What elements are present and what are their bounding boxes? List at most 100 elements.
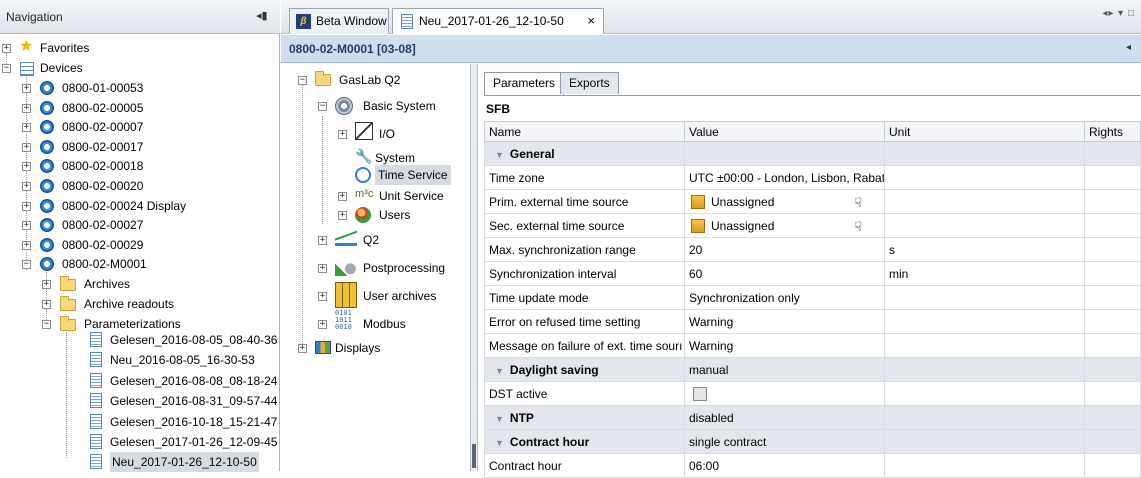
document-icon bbox=[90, 393, 102, 409]
cell-value[interactable]: UTC ±00:00 - London, Lisbon, Rabat bbox=[684, 165, 885, 190]
group-row[interactable]: ▼ NTP disabled bbox=[484, 405, 1141, 430]
cell-value[interactable]: Unassigned ☟ bbox=[684, 189, 885, 214]
expander-icon[interactable]: + bbox=[22, 84, 31, 93]
collapse-triangle-icon[interactable]: ▼ bbox=[495, 366, 504, 376]
cell-unit: s bbox=[884, 237, 1085, 262]
expander-icon[interactable]: − bbox=[42, 320, 51, 329]
tab-parameters[interactable]: Parameters bbox=[484, 72, 565, 95]
table-row[interactable]: Sec. external time source Unassigned ☟ bbox=[484, 213, 1141, 238]
breadcrumb-title: 0800-02-M0001 [03-08] bbox=[289, 42, 416, 56]
collapse-triangle-icon[interactable]: ▼ bbox=[495, 438, 504, 448]
cell-unit bbox=[884, 213, 1085, 238]
tree-item-label: Gelesen_2016-08-05_08-40-36 bbox=[110, 333, 278, 347]
group-row[interactable]: ▼ General bbox=[484, 141, 1141, 166]
column-rights[interactable]: Rights bbox=[1084, 121, 1141, 142]
minimize-panel-icon[interactable]: ◂▮ bbox=[256, 9, 268, 22]
column-value[interactable]: Value bbox=[684, 121, 885, 142]
table-row[interactable]: Time update mode Synchronization only bbox=[484, 285, 1141, 310]
expander-icon[interactable]: + bbox=[2, 44, 11, 53]
cell-value[interactable]: 06:00 bbox=[684, 453, 885, 478]
cell-value[interactable]: 60 bbox=[684, 261, 885, 286]
unassigned-icon bbox=[691, 194, 705, 209]
document-icon bbox=[90, 372, 102, 388]
unassigned-icon bbox=[691, 218, 705, 233]
collapse-triangle-icon[interactable]: ▼ bbox=[495, 414, 504, 424]
cell-value[interactable]: Warning bbox=[684, 333, 885, 358]
cell-name: DST active bbox=[484, 381, 685, 406]
close-tab-icon[interactable]: × bbox=[587, 9, 595, 33]
cell-name: Error on refused time setting bbox=[484, 309, 685, 334]
expander-icon[interactable]: + bbox=[22, 182, 31, 191]
expander-icon[interactable]: + bbox=[22, 142, 31, 152]
tab-controls[interactable]: ◂▸ ▾ □ bbox=[1102, 8, 1135, 19]
device-icon bbox=[40, 120, 54, 135]
cell-value[interactable]: single contract bbox=[684, 429, 885, 454]
cell-rights bbox=[1084, 189, 1141, 214]
cell-rights bbox=[1084, 453, 1141, 478]
expander-icon[interactable]: + bbox=[22, 201, 31, 211]
tab-label: Neu_2017-01-26_12-10-50 bbox=[419, 14, 564, 28]
select-pointer-icon[interactable]: ☟ bbox=[854, 195, 862, 211]
select-pointer-icon[interactable]: ☟ bbox=[854, 219, 862, 235]
navigation-title: Navigation bbox=[6, 10, 63, 24]
tab-exports[interactable]: Exports bbox=[560, 72, 619, 94]
units-icon: m³c bbox=[355, 188, 374, 200]
cell-value[interactable]: manual bbox=[684, 357, 885, 382]
collapse-arrow-icon[interactable]: ◂ bbox=[1126, 42, 1131, 53]
folder-icon bbox=[315, 71, 331, 86]
expander-icon[interactable]: − bbox=[2, 64, 11, 73]
tree-item-label: 0800-02-00024 Display bbox=[62, 198, 187, 213]
tree-item-label: Archives bbox=[84, 277, 131, 291]
splitter[interactable] bbox=[471, 64, 478, 471]
column-unit[interactable]: Unit bbox=[884, 121, 1085, 142]
folder-icon bbox=[60, 296, 76, 311]
cell-value[interactable]: Warning bbox=[684, 309, 885, 334]
cell-value[interactable]: 20 bbox=[684, 237, 885, 262]
table-row[interactable]: Max. synchronization range 20 s bbox=[484, 237, 1141, 262]
expander-icon[interactable]: + bbox=[22, 240, 31, 250]
table-row[interactable]: DST active bbox=[484, 381, 1141, 406]
document-icon bbox=[90, 454, 102, 470]
table-row[interactable]: Time zone UTC ±00:00 - London, Lisbon, Ra… bbox=[484, 165, 1141, 190]
table-row[interactable]: Prim. external time source Unassigned ☟ bbox=[484, 189, 1141, 214]
table-row[interactable]: Synchronization interval 60 min bbox=[484, 261, 1141, 286]
expander-icon[interactable]: + bbox=[22, 221, 31, 231]
collapse-triangle-icon[interactable]: ▼ bbox=[495, 150, 504, 160]
cell-value[interactable] bbox=[684, 381, 885, 406]
expander-icon[interactable]: + bbox=[22, 162, 31, 172]
dst-active-checkbox[interactable] bbox=[693, 386, 707, 401]
column-name[interactable]: Name bbox=[484, 121, 685, 142]
cell-value[interactable] bbox=[684, 141, 885, 166]
document-icon bbox=[90, 352, 102, 368]
cell-unit bbox=[884, 429, 1085, 454]
io-icon bbox=[355, 122, 373, 140]
expander-icon[interactable]: − bbox=[22, 260, 31, 270]
device-icon bbox=[40, 237, 54, 252]
expander-icon[interactable]: + bbox=[22, 103, 31, 113]
wrench-icon: 🔧 bbox=[355, 148, 373, 164]
cell-value[interactable]: disabled bbox=[684, 405, 885, 430]
navigation-panel: Navigation ◂▮ + ★ Favorites − Devices +0800-0… bbox=[0, 0, 280, 473]
tree-item-label: Gelesen_2016-10-18_15-21-47 bbox=[110, 414, 278, 429]
table-row[interactable]: Message on failure of ext. time sourı War… bbox=[484, 333, 1141, 358]
table-row[interactable]: Contract hour 06:00 bbox=[484, 453, 1141, 478]
tree-item-label: 0800-01-00053 bbox=[62, 81, 144, 95]
expander-icon[interactable]: + bbox=[42, 300, 51, 309]
cell-rights bbox=[1084, 309, 1141, 334]
parameter-table: Name Value Unit Rights ▼ General Time zone… bbox=[484, 121, 1141, 478]
expander-icon[interactable]: + bbox=[22, 123, 31, 133]
cell-unit bbox=[884, 405, 1085, 430]
star-icon: ★ bbox=[19, 38, 34, 55]
cell-rights bbox=[1084, 333, 1141, 358]
splitter-handle[interactable] bbox=[472, 444, 476, 468]
cell-value[interactable]: Synchronization only bbox=[684, 285, 885, 310]
group-row[interactable]: ▼ Daylight saving manual bbox=[484, 357, 1141, 382]
table-row[interactable]: Error on refused time setting Warning bbox=[484, 309, 1141, 334]
cell-rights bbox=[1084, 165, 1141, 190]
tab-beta-window[interactable]: β Beta Window bbox=[289, 8, 389, 34]
expander-icon[interactable]: + bbox=[42, 280, 51, 289]
tab-parameterization[interactable]: Neu_2017-01-26_12-10-50 × bbox=[392, 8, 604, 34]
cell-value[interactable]: Unassigned ☟ bbox=[684, 213, 885, 238]
group-row[interactable]: ▼ Contract hour single contract bbox=[484, 429, 1141, 454]
tree-item-label: Gelesen_2017-01-26_12-09-45 bbox=[110, 435, 278, 449]
